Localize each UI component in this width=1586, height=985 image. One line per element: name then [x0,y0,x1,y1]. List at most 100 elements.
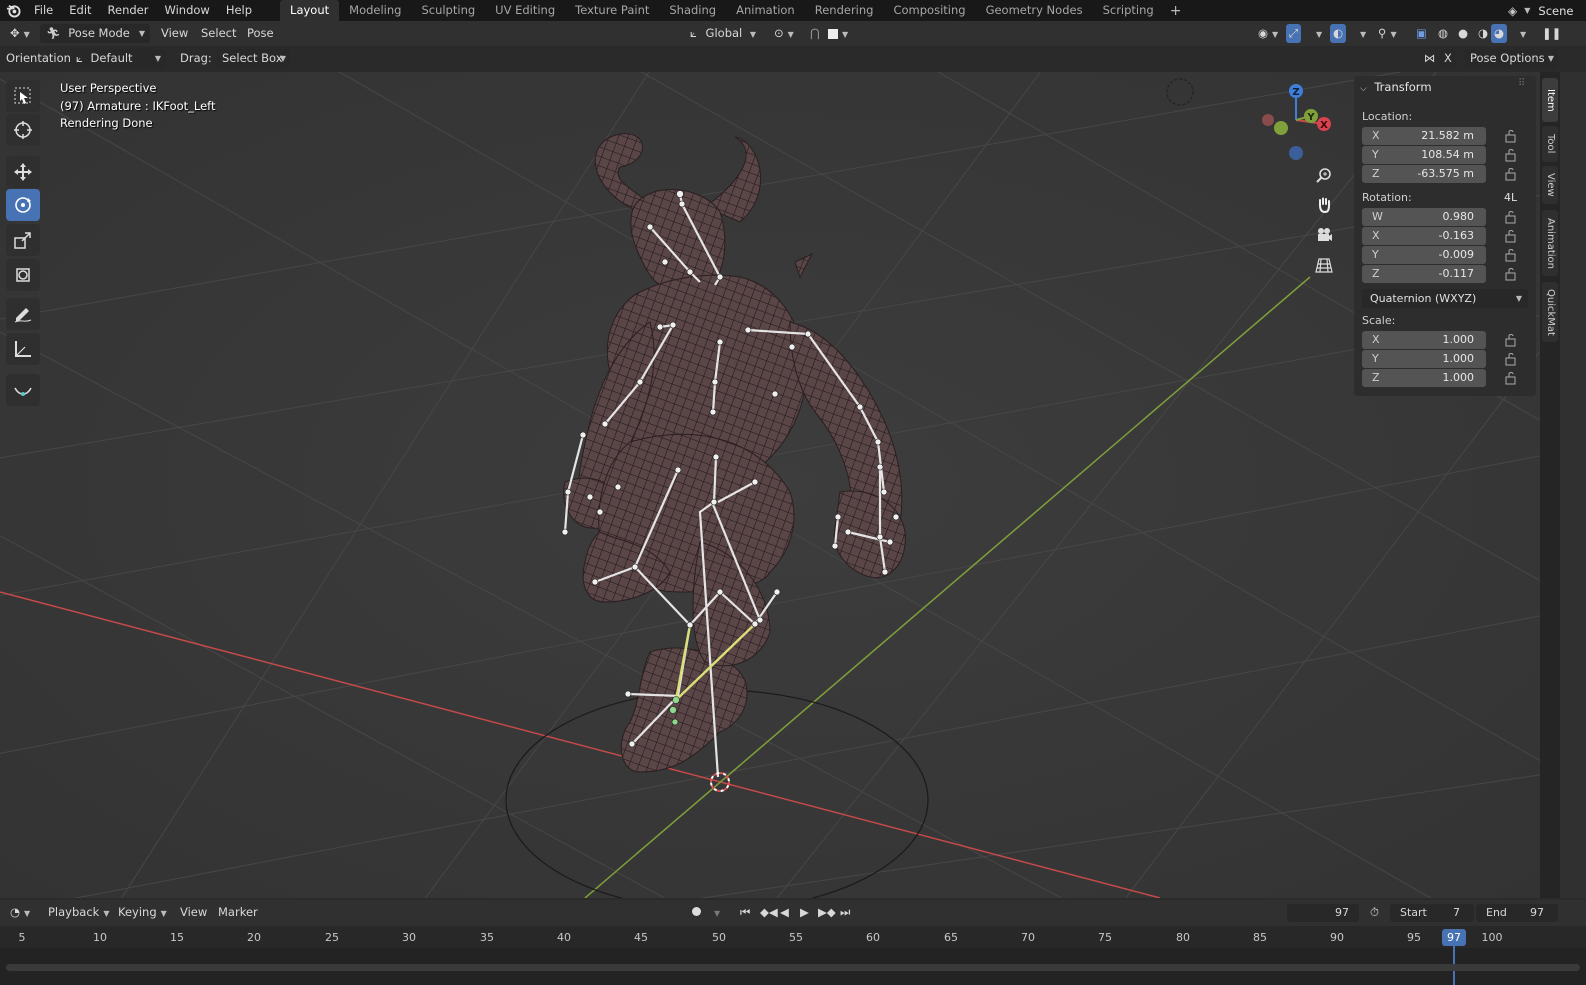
perspective-toggle-button[interactable] [1312,253,1336,277]
jump-end-button[interactable]: ⏭ [834,903,856,922]
mirror-x-toggle[interactable]: X [1440,49,1456,68]
tool-select-box[interactable] [6,80,40,112]
sidebar-tab-item[interactable]: Item [1542,78,1558,122]
playhead-frame-badge[interactable]: 97 [1442,929,1466,946]
tab-shading[interactable]: Shading [659,0,726,21]
lock-icon[interactable] [1504,129,1518,143]
menu-render[interactable]: Render [100,0,157,21]
snap-target-button[interactable]: ▼ [822,24,854,43]
tool-pose-slider[interactable] [6,374,40,406]
menu-select[interactable]: Select [195,24,242,43]
tool-rotate[interactable] [6,189,40,221]
timeline-marker-menu[interactable]: Marker [212,903,264,922]
drag-dropdown[interactable]: Select Box ▼ [216,49,290,68]
lock-icon[interactable] [1504,229,1518,243]
sidebar-toggle-button[interactable]: ❚❚ [1536,24,1567,43]
tab-sculpting[interactable]: Sculpting [411,0,485,21]
scale-x-field[interactable]: X 1.000 [1362,331,1486,349]
tab-texture-paint[interactable]: Texture Paint [565,0,659,21]
lock-icon[interactable] [1504,267,1518,281]
tab-geometry-nodes[interactable]: Geometry Nodes [976,0,1093,21]
scene-selector[interactable]: ◈ ▼ Scene [1508,0,1573,21]
lock-icon[interactable] [1504,167,1518,181]
menu-pose[interactable]: Pose [241,24,280,43]
menu-file[interactable]: File [26,0,61,21]
tab-modeling[interactable]: Modeling [339,0,411,21]
tool-move[interactable] [6,156,40,188]
tool-transform[interactable] [6,259,40,291]
gizmo-toggle-button[interactable]: ⤢ [1286,24,1302,43]
tab-layout[interactable]: Layout [280,0,340,21]
mode-dropdown[interactable]: 🏃︎ Pose Mode ▼ [40,24,150,43]
lock-icon[interactable] [1504,352,1518,366]
location-x-field[interactable]: X 21.582 m [1362,127,1486,145]
playback-menu[interactable]: Playback ▼ [42,903,115,922]
drag-handle-icon[interactable]: ⠿ [1518,78,1525,89]
tool-annotate[interactable] [6,298,40,330]
menu-window[interactable]: Window [156,0,217,21]
tool-measure[interactable] [6,333,40,365]
tab-rendering[interactable]: Rendering [805,0,884,21]
timeline-view-menu[interactable]: View [174,903,213,922]
gizmo-neg-y[interactable] [1274,121,1288,135]
bone-overlay-button[interactable]: ⚲ ▼ [1372,24,1403,43]
pan-button[interactable] [1312,193,1336,217]
rotation-mode-dropdown[interactable]: Quaternion (WXYZ) ▼ [1362,289,1528,308]
shading-solid-button[interactable]: ● [1452,24,1474,43]
menu-help[interactable]: Help [218,0,260,21]
lock-icon[interactable] [1504,248,1518,262]
tab-animation[interactable]: Animation [726,0,805,21]
tab-uv-editing[interactable]: UV Editing [485,0,565,21]
timeline-area[interactable]: 5 10 15 20 25 30 35 40 45 50 55 60 65 70… [0,926,1586,985]
scale-y-field[interactable]: Y 1.000 [1362,350,1486,368]
mirror-icon[interactable]: ⋈ [1418,49,1442,68]
rotation-x-field[interactable]: X -0.163 [1362,227,1486,245]
scale-z-field[interactable]: Z 1.000 [1362,369,1486,387]
overlay-toggle-button[interactable]: ◐ [1330,24,1347,43]
gizmo-neg-x[interactable] [1262,114,1274,126]
xray-toggle-button[interactable]: ▣ [1410,24,1433,43]
rotation-4l-toggle[interactable]: 4L [1504,191,1517,204]
sidebar-tab-tool[interactable]: Tool [1542,126,1558,162]
lock-icon[interactable] [1504,333,1518,347]
lock-icon[interactable] [1504,371,1518,385]
rotation-z-field[interactable]: Z -0.117 [1362,265,1486,283]
location-y-field[interactable]: Y 108.54 m [1362,146,1486,164]
camera-view-button[interactable] [1312,223,1336,247]
shading-dropdown[interactable]: ▼ [1510,24,1532,43]
timeline-scrollbar[interactable] [6,964,1580,971]
sidebar-tab-quickmat[interactable]: QuickMat [1542,282,1558,342]
menu-view[interactable]: View [155,24,194,43]
timeline-editor-type-button[interactable]: ◔ ▼ [4,903,36,922]
rotation-y-field[interactable]: Y -0.009 [1362,246,1486,264]
play-reverse-button[interactable]: ◀ [774,903,795,922]
transform-orientation-dropdown[interactable]: ⟀ Global ▼ [684,24,762,43]
blender-logo-icon[interactable] [0,0,26,21]
gizmo-dropdown[interactable]: ▼ [1306,24,1328,43]
tool-scale[interactable] [6,224,40,256]
preview-range-button[interactable]: ⏱ [1364,903,1385,922]
zoom-button[interactable] [1312,164,1336,188]
shading-wireframe-button[interactable]: ◍ [1432,24,1454,43]
sidebar-tab-animation[interactable]: Animation [1542,210,1558,276]
tool-cursor[interactable] [6,114,40,146]
current-frame-field[interactable]: 97 [1287,904,1359,922]
shading-rendered-button[interactable]: ◕ [1491,24,1508,43]
editor-type-button[interactable]: ✥ ▼ [4,24,36,43]
navigation-gizmo[interactable]: Z Y X [1256,80,1336,164]
lock-icon[interactable] [1504,210,1518,224]
tab-compositing[interactable]: Compositing [883,0,975,21]
location-z-field[interactable]: Z -63.575 m [1362,165,1486,183]
add-workspace-icon[interactable]: + [1164,3,1188,19]
tab-scripting[interactable]: Scripting [1093,0,1164,21]
sidebar-tab-view[interactable]: View [1542,166,1558,204]
pivot-point-button[interactable]: ⊙ ▼ [768,24,800,43]
menu-edit[interactable]: Edit [61,0,99,21]
rotation-w-field[interactable]: W 0.980 [1362,208,1486,226]
lock-icon[interactable] [1504,148,1518,162]
jump-start-button[interactable]: ⏮ [734,903,756,922]
overlay-dropdown[interactable]: ▼ [1350,24,1372,43]
gizmo-neg-z[interactable] [1289,146,1303,160]
orientation-dropdown[interactable]: ⟀ Default ▼ [70,49,166,68]
visibility-button[interactable]: ◉ ▼ [1252,24,1284,43]
